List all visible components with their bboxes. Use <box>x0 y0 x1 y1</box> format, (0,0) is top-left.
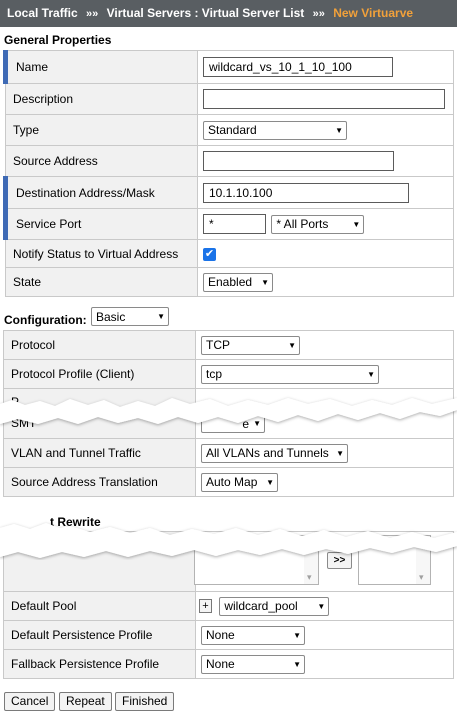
scrollbar[interactable] <box>304 536 318 584</box>
row-destination: Destination Address/Mask 10.1.10.100 <box>3 176 454 209</box>
destination-label: Destination Address/Mask <box>3 176 198 209</box>
row-type: Type Standard ▼ <box>5 114 454 146</box>
configuration-mode-value: Basic <box>96 309 126 324</box>
service-port-select[interactable]: * All Ports ▼ <box>271 214 365 234</box>
protocol-label: Protocol <box>3 330 196 360</box>
destination-input[interactable]: 10.1.10.100 <box>203 182 409 203</box>
default-persistence-value: None <box>206 628 235 642</box>
name-input[interactable]: wildcard_vs_10_1_10_100 <box>203 57 393 77</box>
row-description: Description <box>5 83 454 115</box>
type-label: Type <box>5 114 198 146</box>
irules-enabled-listbox[interactable] <box>194 535 319 585</box>
default-pool-label: Default Pool <box>3 591 196 621</box>
row-source-address: Source Address <box>5 145 454 177</box>
chevron-down-icon: ▼ <box>293 630 301 640</box>
breadcrumb-separator: »» <box>312 8 325 20</box>
row-protocol-profile-client: Protocol Profile (Client) tcp ▼ <box>3 359 454 389</box>
notify-status-checkbox[interactable]: ✔ <box>203 247 216 261</box>
default-persistence-label: Default Persistence Profile <box>3 620 196 650</box>
breadcrumb-separator: »» <box>86 8 99 20</box>
service-port-select-value: * All Ports <box>276 217 329 231</box>
protocol-profile-client-select[interactable]: tcp ▼ <box>201 364 379 384</box>
chevron-down-icon: ▼ <box>266 477 274 487</box>
notify-status-label: Notify Status to Virtual Address <box>5 239 198 268</box>
source-address-input[interactable] <box>203 151 394 171</box>
vlan-tunnel-select[interactable]: All VLANs and Tunnels ▼ <box>201 443 348 463</box>
finished-button[interactable]: Finished <box>115 692 175 711</box>
chevron-down-icon: ▼ <box>157 312 165 321</box>
irules-available-listbox[interactable] <box>358 535 431 585</box>
row-source-address-translation: Source Address Translation Auto Map ▼ <box>3 467 454 497</box>
general-properties-title: General Properties <box>4 33 112 47</box>
state-select[interactable]: Enabled ▼ <box>203 272 273 292</box>
chevron-down-icon: ▼ <box>317 601 326 611</box>
breadcrumb: Local Traffic »» Virtual Servers : Virtu… <box>0 0 457 27</box>
row-default-pool: Default Pool + wildcard_pool ▼ <box>3 591 454 621</box>
source-address-translation-value: Auto Map <box>206 475 258 489</box>
repeat-button[interactable]: Repeat <box>59 692 112 711</box>
fallback-persistence-label: Fallback Persistence Profile <box>3 649 196 679</box>
protocol-select[interactable]: TCP ▼ <box>201 335 300 355</box>
chevron-down-icon: ▼ <box>336 448 344 458</box>
chevron-down-icon: ▼ <box>253 419 261 428</box>
vlan-tunnel-select-value: All VLANs and Tunnels <box>206 446 329 460</box>
description-label: Description <box>5 83 198 115</box>
scrollbar[interactable] <box>416 536 430 584</box>
service-port-label: Service Port <box>3 208 198 240</box>
fallback-persistence-value: None <box>206 657 235 671</box>
row-default-persistence: Default Persistence Profile None ▼ <box>3 620 454 650</box>
service-port-input[interactable]: * <box>203 214 266 234</box>
move-irule-button[interactable]: >> <box>327 552 352 569</box>
row-obscured-settings: P SMT e ▼ <box>3 388 454 439</box>
source-address-translation-select[interactable]: Auto Map ▼ <box>201 472 278 492</box>
fallback-persistence-select[interactable]: None ▼ <box>201 654 305 674</box>
protocol-select-value: TCP <box>206 338 230 352</box>
obscured-select-value: e <box>242 416 250 431</box>
resources-partial-title: t Rewrite <box>50 515 101 529</box>
configuration-mode-select[interactable]: Basic ▼ <box>91 307 169 326</box>
vlan-tunnel-label: VLAN and Tunnel Traffic <box>3 438 196 468</box>
chevron-down-icon: ▼ <box>293 659 301 669</box>
breadcrumb-item-local-traffic[interactable]: Local Traffic <box>7 6 78 20</box>
source-address-translation-label: Source Address Translation <box>3 467 196 497</box>
chevron-down-icon: ▼ <box>352 219 361 229</box>
state-select-value: Enabled <box>208 275 253 289</box>
obscured-label-2: SMT <box>11 416 37 430</box>
protocol-profile-client-value: tcp <box>206 367 223 381</box>
default-persistence-select[interactable]: None ▼ <box>201 625 305 645</box>
default-pool-select[interactable]: wildcard_pool ▼ <box>219 596 330 616</box>
configuration-table: Protocol TCP ▼ Protocol Profile (Client)… <box>3 330 454 497</box>
chevron-down-icon: ▼ <box>367 369 375 379</box>
obscured-select[interactable]: e ▼ <box>201 414 265 433</box>
general-properties-table: Name wildcard_vs_10_1_10_100 Description… <box>3 50 454 297</box>
cancel-button[interactable]: Cancel <box>4 692 56 711</box>
configuration-title: Configuration: <box>4 313 87 327</box>
row-protocol: Protocol TCP ▼ <box>3 330 454 360</box>
row-state: State Enabled ▼ <box>5 267 454 297</box>
description-input[interactable] <box>203 89 445 109</box>
type-select[interactable]: Standard ▼ <box>203 120 347 140</box>
obscured-label-1: P <box>11 395 20 409</box>
breadcrumb-current: New Virtuarve <box>333 6 414 20</box>
protocol-profile-client-label: Protocol Profile (Client) <box>3 359 196 389</box>
state-label: State <box>5 267 198 297</box>
breadcrumb-item-virtual-server-list[interactable]: Virtual Servers : Virtual Server List <box>107 6 305 20</box>
add-pool-button[interactable]: + <box>199 599 212 613</box>
name-label: Name <box>3 50 198 84</box>
row-service-port: Service Port * * All Ports ▼ <box>3 208 454 240</box>
chevron-down-icon: ▼ <box>261 277 269 287</box>
chevron-down-icon: ▼ <box>335 125 343 135</box>
type-select-value: Standard <box>208 123 257 137</box>
row-fallback-persistence: Fallback Persistence Profile None ▼ <box>3 649 454 679</box>
chevron-down-icon: ▼ <box>288 340 296 350</box>
default-pool-value: wildcard_pool <box>224 599 298 613</box>
row-name: Name wildcard_vs_10_1_10_100 <box>3 50 454 84</box>
row-notify-status: Notify Status to Virtual Address ✔ <box>5 239 454 268</box>
row-vlan-tunnel: VLAN and Tunnel Traffic All VLANs and Tu… <box>3 438 454 468</box>
source-address-label: Source Address <box>5 145 198 177</box>
